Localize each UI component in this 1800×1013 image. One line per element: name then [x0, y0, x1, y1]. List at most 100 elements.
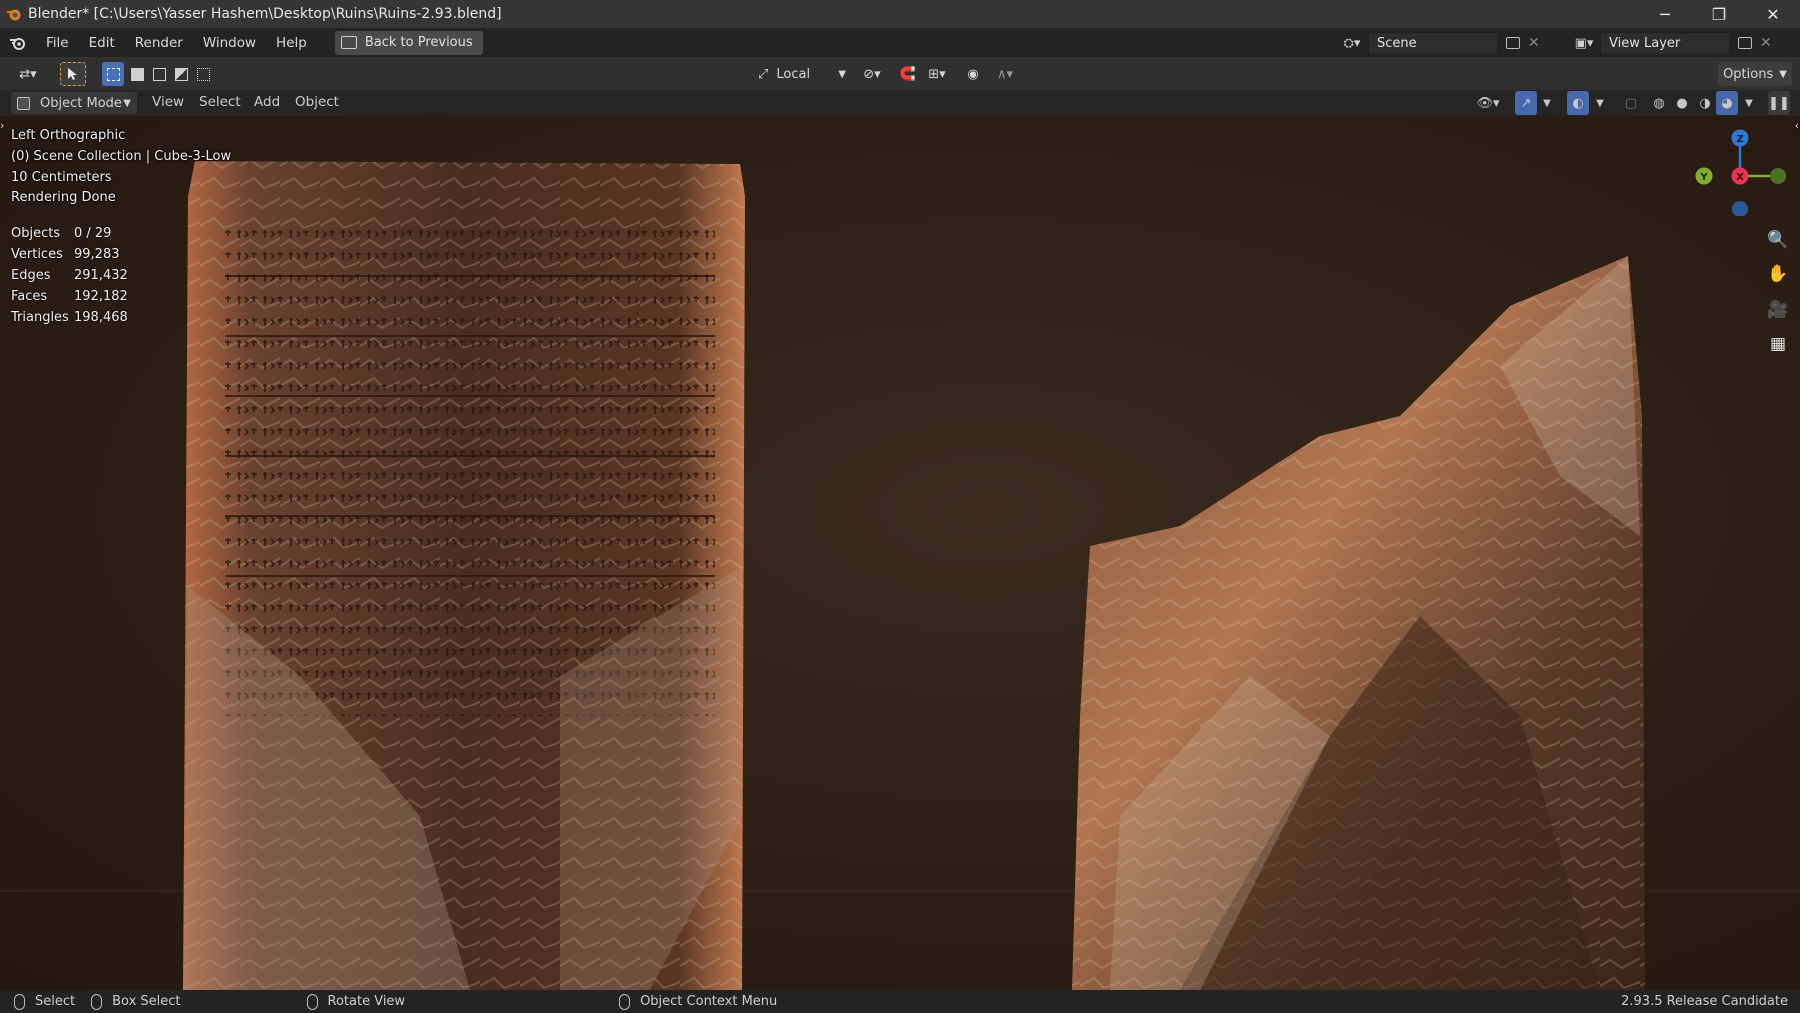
- menu-bar: File Edit Render Window Help Back to Pre…: [0, 28, 1800, 57]
- scene-selector: ⛭▾ Scene ✕: [1336, 31, 1540, 55]
- scene-name-field[interactable]: Scene: [1368, 31, 1498, 55]
- close-button[interactable]: ✕: [1746, 0, 1800, 28]
- chevron-down-icon: ▼: [838, 68, 846, 80]
- options-dropdown[interactable]: Options ▼: [1718, 62, 1792, 86]
- stat-label: Faces: [11, 289, 48, 304]
- object-mode-label: Object Mode: [40, 95, 122, 111]
- wireframe-shading-icon[interactable]: ◍: [1648, 91, 1670, 115]
- snap-target-icon[interactable]: ⊞▾: [920, 62, 954, 86]
- xray-toggle-icon[interactable]: ▢: [1620, 91, 1642, 115]
- grid-scale: 10 Centimeters: [11, 170, 112, 185]
- solid-shading-icon[interactable]: ●: [1671, 91, 1693, 115]
- scene-statistics: Objects 0 / 29 Vertices 99,283 Edges 291,43…: [11, 226, 128, 331]
- status-bar: Select Box Select Rotate View Object Con…: [0, 990, 1800, 1013]
- navigation-gizmo[interactable]: Z Y X: [1690, 116, 1790, 216]
- view-name: Left Orthographic: [11, 128, 126, 143]
- viewport-menu-object[interactable]: Object: [295, 94, 339, 110]
- options-label: Options: [1723, 66, 1774, 82]
- new-view-layer-icon[interactable]: [1738, 37, 1752, 49]
- pivot-point-icon[interactable]: ⊘▾: [856, 62, 888, 86]
- menu-window[interactable]: Window: [193, 30, 266, 56]
- remove-scene-icon[interactable]: ✕: [1528, 35, 1540, 51]
- view-layer-name-field[interactable]: View Layer: [1600, 31, 1730, 55]
- stat-label: Objects: [11, 226, 61, 241]
- menu-edit[interactable]: Edit: [79, 30, 125, 56]
- window-title: Blender* [C:\Users\Yasser Hashem\Desktop…: [28, 6, 502, 22]
- gizmo-toggle-icon[interactable]: ↗: [1515, 91, 1537, 115]
- snap-toggle-icon[interactable]: 🧲: [898, 62, 918, 86]
- scene-browse-icon[interactable]: ⛭▾: [1336, 36, 1368, 51]
- view-layer-browse-icon[interactable]: ▣▾: [1568, 36, 1600, 51]
- rendered-shading-icon[interactable]: ◕: [1716, 91, 1738, 115]
- minimize-button[interactable]: ─: [1638, 0, 1692, 28]
- back-to-previous-button[interactable]: Back to Previous: [334, 30, 483, 55]
- select-mode-intersect-icon[interactable]: [192, 62, 214, 86]
- gizmo-z-label: Z: [1736, 134, 1743, 145]
- chevron-down-icon: ▼: [1779, 68, 1787, 80]
- viewport-menu-select[interactable]: Select: [199, 94, 241, 110]
- menu-file[interactable]: File: [36, 30, 79, 56]
- view-layer-name: View Layer: [1609, 35, 1681, 51]
- gizmo-neg-z-axis[interactable]: [1732, 201, 1748, 216]
- select-mode-extend-icon[interactable]: [126, 62, 148, 86]
- left-mouse-icon: [14, 993, 25, 1010]
- right-mouse-icon: [619, 993, 631, 1010]
- new-scene-icon[interactable]: [1506, 37, 1520, 49]
- stat-row: Objects 0 / 29: [11, 226, 128, 247]
- stat-row: Vertices 99,283: [11, 247, 128, 268]
- viewport-menu-view[interactable]: View: [152, 94, 184, 110]
- orientation-icon: ⤢: [758, 66, 769, 82]
- stat-value: 198,468: [74, 310, 128, 325]
- menu-render[interactable]: Render: [125, 30, 193, 56]
- status-select: Select: [35, 994, 76, 1009]
- status-rotate-view: Rotate View: [327, 994, 406, 1009]
- toolbar-expand-arrow-icon[interactable]: ›: [0, 119, 4, 132]
- pause-render-icon[interactable]: ❚❚: [1768, 91, 1790, 115]
- proportional-falloff-icon[interactable]: ∧▾: [988, 62, 1022, 86]
- camera-view-icon[interactable]: 🎥: [1766, 298, 1790, 322]
- stat-value: 0 / 29: [74, 226, 112, 241]
- transform-orientation-value: Local: [776, 66, 811, 82]
- object-mode-icon: [17, 96, 30, 110]
- chevron-down-icon[interactable]: ▼: [1591, 91, 1609, 115]
- select-mode-invert-icon[interactable]: [170, 62, 192, 86]
- transform-orientation-dropdown[interactable]: ⤢ Local ▼: [752, 62, 846, 86]
- proportional-edit-icon[interactable]: ◉: [962, 62, 984, 86]
- tool-settings-bar: ⇄▾ ⤢ Local ▼ ⊘▾ 🧲 ⊞▾ ◉ ∧▾ Options ▼: [0, 57, 1800, 90]
- gizmo-x-label: X: [1736, 172, 1744, 183]
- blender-logo-icon: [7, 9, 21, 21]
- stat-label: Triangles: [11, 310, 69, 325]
- status-box-select: Box Select: [112, 994, 181, 1009]
- blender-menu-icon[interactable]: [8, 33, 28, 53]
- stat-row: Edges 291,432: [11, 268, 128, 289]
- status-context-menu: Object Context Menu: [640, 994, 778, 1009]
- viewport-menu-add[interactable]: Add: [254, 94, 280, 110]
- object-mode-dropdown[interactable]: Object Mode ▼: [11, 92, 137, 114]
- visibility-icon[interactable]: 👁▾: [1470, 91, 1506, 115]
- pan-view-icon[interactable]: ✋: [1766, 262, 1790, 286]
- editor-type-icon[interactable]: ⇄▾: [10, 62, 46, 86]
- menu-help[interactable]: Help: [266, 30, 317, 56]
- stat-value: 192,182: [74, 289, 128, 304]
- zoom-view-icon[interactable]: 🔍: [1766, 228, 1790, 252]
- chevron-down-icon[interactable]: ▼: [1740, 91, 1758, 115]
- stat-label: Vertices: [11, 247, 63, 262]
- gizmo-neg-y-axis[interactable]: [1770, 168, 1786, 184]
- rendered-scene: [0, 161, 1800, 990]
- viewport-header: Object Mode ▼ View Select Add Object 👁▾ …: [0, 90, 1800, 116]
- maximize-button[interactable]: ❐: [1692, 0, 1746, 28]
- select-tool-icon[interactable]: [60, 62, 86, 86]
- 3d-viewport[interactable]: Left Orthographic (0) Scene Collection |…: [0, 116, 1800, 990]
- stat-row: Triangles 198,468: [11, 310, 128, 331]
- remove-view-layer-icon[interactable]: ✕: [1760, 35, 1772, 51]
- chevron-down-icon[interactable]: ▼: [1538, 91, 1556, 115]
- overlays-toggle-icon[interactable]: ◐: [1567, 91, 1589, 115]
- stat-value: 291,432: [74, 268, 128, 283]
- render-status: Rendering Done: [11, 190, 116, 205]
- screen-icon: [340, 36, 357, 49]
- select-mode-subtract-icon[interactable]: [148, 62, 170, 86]
- material-preview-shading-icon[interactable]: ◑: [1694, 91, 1716, 115]
- select-mode-new-icon[interactable]: [102, 62, 124, 86]
- toggle-perspective-icon[interactable]: ▦: [1766, 332, 1790, 356]
- sidebar-expand-arrow-icon[interactable]: ‹: [1795, 119, 1799, 132]
